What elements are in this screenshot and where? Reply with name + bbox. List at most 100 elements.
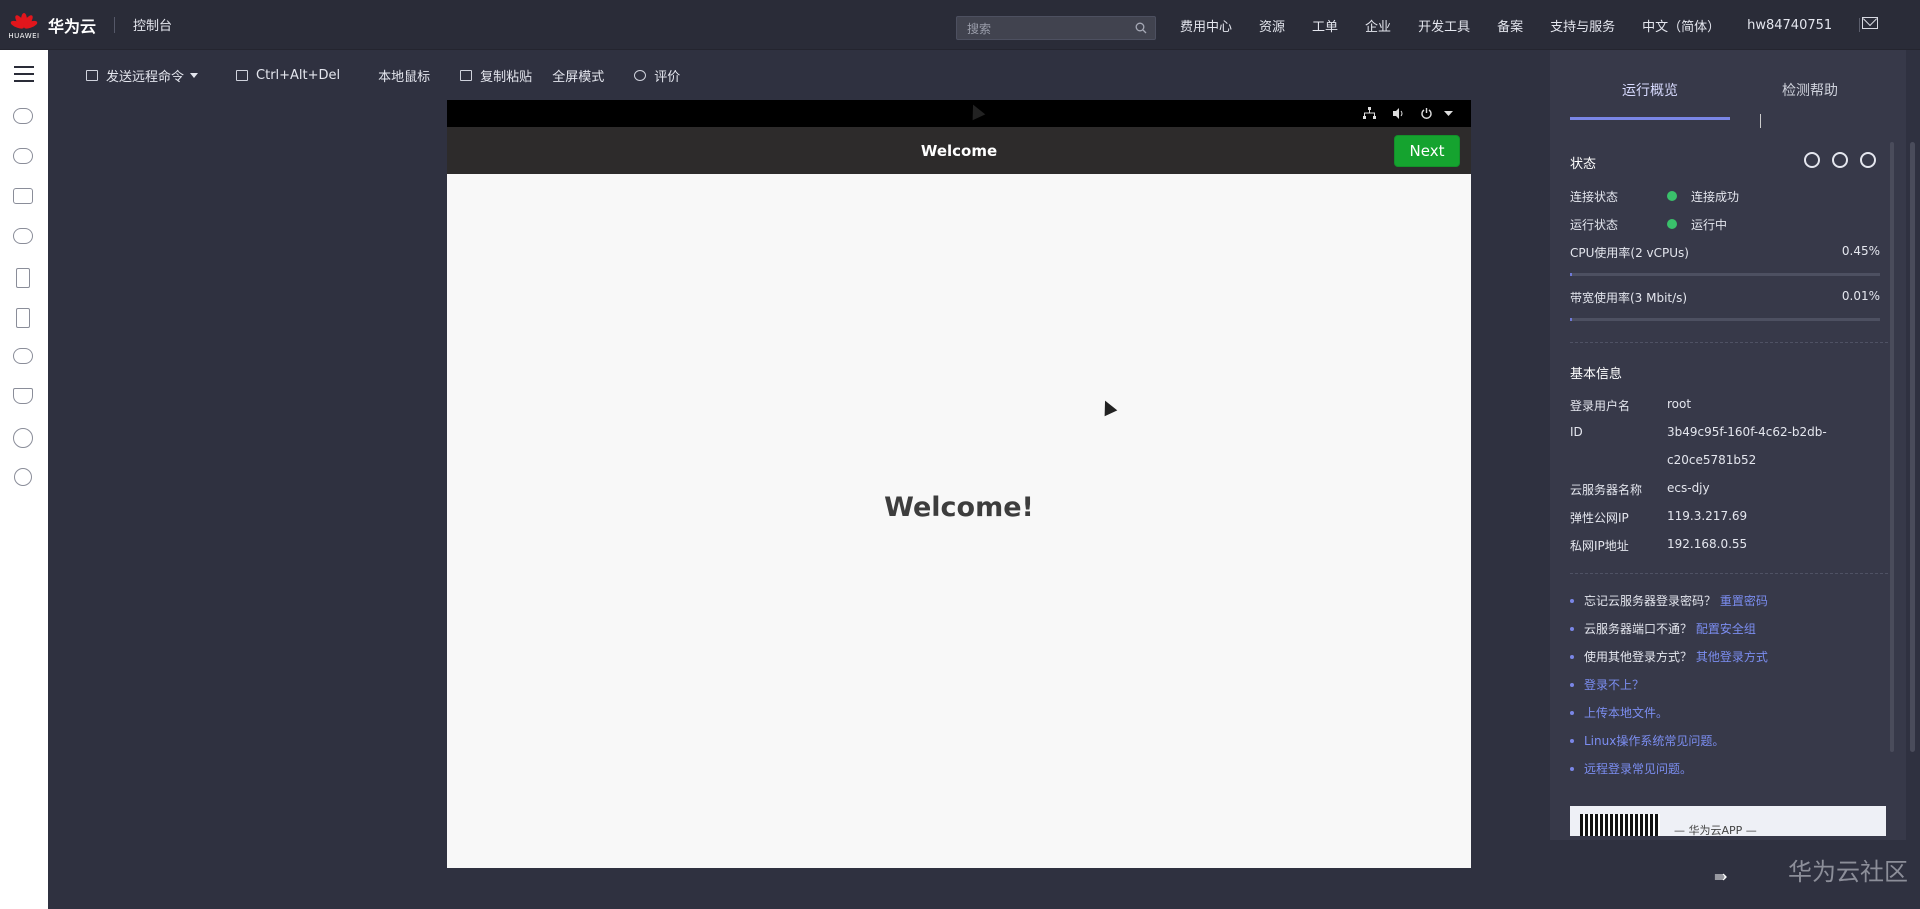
help-text-port: 云服务器端口不通？	[1584, 622, 1693, 636]
local-mouse-label: 本地鼠标	[378, 69, 431, 85]
help-text-reset: 忘记云服务器登录密码？	[1584, 594, 1717, 608]
private-ip-row: 私网IP地址 192.168.0.55	[1570, 537, 1880, 554]
basic-info-title: 基本信息	[1570, 367, 1623, 382]
nav-billing[interactable]: 费用中心	[1180, 16, 1232, 35]
remote-screen[interactable]: Welcome Next Welcome!	[447, 100, 1471, 868]
top-header: HUAWEI 华为云 控制台 搜索 费用中心 资源 工单 企业 开发工具 备案 …	[0, 0, 1920, 50]
eip-value: 119.3.217.69	[1667, 509, 1748, 523]
cpu-bar	[1570, 273, 1880, 276]
console-link[interactable]: 控制台	[133, 15, 172, 34]
logo-text: HUAWEI	[8, 32, 40, 40]
active-tab-indicator	[1570, 117, 1730, 120]
nav-support[interactable]: 支持与服务	[1550, 16, 1615, 35]
cpu-value: 0.45%	[1841, 244, 1880, 258]
fullscreen-button[interactable]: 全屏模式	[552, 66, 604, 85]
page-scrollbar-thumb[interactable]	[1910, 142, 1915, 752]
cannot-login-link[interactable]: 登录不上？	[1570, 676, 1644, 693]
volume-icon[interactable]	[1392, 107, 1405, 120]
copy-paste-button[interactable]: 复制粘贴	[460, 66, 532, 85]
nav-icp[interactable]: 备案	[1497, 16, 1523, 35]
menu-triangle-icon[interactable]	[1442, 107, 1455, 120]
collapse-panel-icon[interactable]: ⇛	[1714, 867, 1727, 886]
cloud-service-icon[interactable]	[13, 148, 33, 164]
network-icon[interactable]	[13, 188, 33, 204]
welcome-heading: Welcome!	[884, 492, 1034, 523]
next-button[interactable]: Next	[1394, 135, 1460, 167]
section-divider	[1570, 342, 1888, 343]
cloud-server-icon[interactable]	[13, 108, 33, 124]
nav-language[interactable]: 中文（简体）	[1642, 16, 1720, 35]
connection-status-row: 连接状态 连接成功	[1570, 188, 1880, 205]
connection-label: 连接状态	[1570, 190, 1619, 204]
welcome-header-title: Welcome	[920, 141, 998, 160]
status-title: 状态	[1570, 157, 1597, 172]
tab-help[interactable]: 检测帮助	[1730, 80, 1890, 100]
search-icon[interactable]	[1135, 22, 1147, 34]
nav-devtools[interactable]: 开发工具	[1418, 16, 1470, 35]
linux-faq-link[interactable]: Linux操作系统常见问题。	[1570, 732, 1724, 749]
server-name-row: 云服务器名称 ecs-djy	[1570, 481, 1880, 498]
help-item-login: 使用其他登录方式？ 其他登录方式	[1570, 648, 1768, 665]
mail-icon[interactable]	[1862, 17, 1878, 29]
eip-row: 弹性公网IP 119.3.217.69	[1570, 509, 1880, 526]
bandwidth-bar	[1570, 318, 1880, 321]
nav-resources[interactable]: 资源	[1259, 16, 1285, 35]
remote-toolbar: 发送远程命令 Ctrl+Alt+Del 本地鼠标 复制粘贴 全屏模式 评价	[48, 50, 1548, 100]
database-icon[interactable]	[16, 268, 30, 288]
help-item-port: 云服务器端口不通？ 配置安全组	[1570, 620, 1756, 637]
cloud-icon[interactable]	[13, 348, 33, 364]
nav-account[interactable]: hw84740751	[1747, 18, 1832, 33]
upload-file-link[interactable]: 上传本地文件。	[1570, 704, 1668, 721]
send-command-button[interactable]: 发送远程命令	[86, 66, 199, 85]
search-placeholder: 搜索	[967, 21, 992, 36]
reset-password-link[interactable]: 重置密码	[1720, 592, 1768, 609]
search-input[interactable]: 搜索	[956, 16, 1156, 40]
huawei-logo[interactable]: HUAWEI 华为云	[8, 0, 96, 50]
connection-value: 连接成功	[1691, 190, 1740, 204]
status-actions	[1804, 152, 1876, 168]
local-mouse-button[interactable]: 本地鼠标	[378, 66, 430, 85]
network-status-icon[interactable]	[1363, 107, 1376, 120]
nav-tickets[interactable]: 工单	[1312, 16, 1338, 35]
deploy-icon[interactable]	[13, 388, 33, 404]
rate-button[interactable]: 评价	[634, 66, 680, 85]
server-name-value: ecs-djy	[1667, 481, 1710, 495]
run-label: 运行状态	[1570, 218, 1619, 232]
remote-login-faq-link[interactable]: 远程登录常见问题。	[1570, 760, 1692, 777]
storage-cloud-icon[interactable]	[13, 228, 33, 244]
menu-icon[interactable]	[14, 66, 34, 82]
other-login-link[interactable]: 其他登录方式	[1696, 648, 1768, 665]
watermark: 华为云社区	[1788, 858, 1908, 886]
huawei-flower-icon: HUAWEI	[8, 5, 40, 45]
sync-icon[interactable]	[1832, 152, 1848, 168]
ctrl-alt-del-button[interactable]: Ctrl+Alt+Del	[236, 68, 340, 83]
nav-enterprise[interactable]: 企业	[1365, 16, 1391, 35]
service-sidebar	[0, 50, 48, 909]
status-panel: 运行概览 检测帮助 状态 连接状态 连接成功 运行状态 运行中 CPU使用率(2…	[1550, 50, 1906, 909]
tab-overview[interactable]: 运行概览	[1570, 80, 1730, 100]
globe-icon[interactable]	[13, 428, 33, 448]
power-icon[interactable]	[1804, 152, 1820, 168]
send-command-label: 发送远程命令	[106, 69, 185, 85]
power-icon[interactable]	[1420, 107, 1433, 120]
security-group-link[interactable]: 配置安全组	[1696, 620, 1756, 637]
header-divider	[114, 16, 116, 33]
top-nav: 费用中心 资源 工单 企业 开发工具 备案 支持与服务 中文（简体） hw847…	[1180, 0, 1884, 50]
smile-icon	[634, 69, 647, 81]
ip-icon[interactable]	[14, 468, 32, 486]
section-divider	[1570, 573, 1888, 574]
monitor-icon	[236, 69, 249, 81]
user-row: 登录用户名 root	[1570, 397, 1880, 414]
welcome-body: Welcome!	[447, 174, 1471, 868]
panel-scrollbar[interactable]	[1890, 142, 1894, 752]
cpu-bar-fill	[1570, 273, 1572, 276]
server-name-label: 云服务器名称	[1570, 483, 1643, 497]
document-icon[interactable]	[16, 308, 30, 328]
panel-tabs: 运行概览 检测帮助	[1570, 80, 1890, 128]
id-row: ID 3b49c95f-160f-4c62-b2db-	[1570, 425, 1880, 439]
refresh-icon[interactable]	[1860, 152, 1876, 168]
app-qr-banner[interactable]: — 华为云APP —	[1570, 806, 1886, 836]
rate-label: 评价	[654, 69, 681, 85]
page-scrollbar[interactable]	[1908, 50, 1920, 909]
bandwidth-label: 带宽使用率(3 Mbit/s)	[1570, 291, 1688, 305]
